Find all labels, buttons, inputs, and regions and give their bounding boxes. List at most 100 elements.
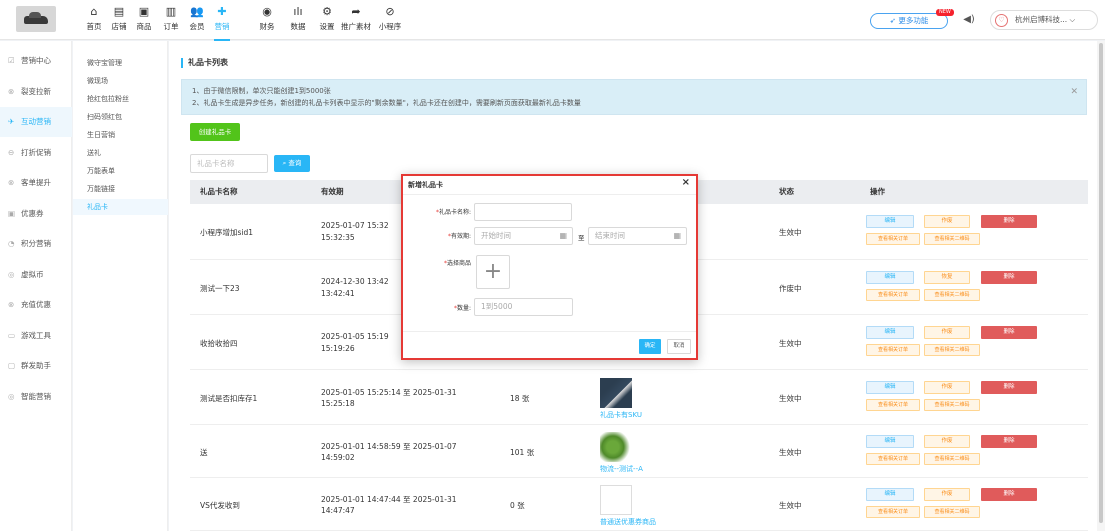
subnav-item-0[interactable]: 微守宝管理	[73, 55, 168, 71]
view-qrcode-button[interactable]: 查看相关二维码	[924, 452, 980, 465]
view-orders-button[interactable]: 查看相关订单	[866, 505, 920, 518]
edit-button[interactable]: 编辑	[866, 434, 914, 448]
new-badge: NEW	[936, 9, 954, 16]
sidebar-item-9[interactable]: ▭ 游戏工具	[0, 321, 72, 351]
sidebar-item-5[interactable]: ▣ 优惠券	[0, 199, 72, 229]
nav-item-10[interactable]: ⊘ 小程序	[375, 5, 405, 32]
sidebar-item-label: 游戏工具	[21, 330, 51, 340]
view-qrcode-button[interactable]: 查看相关二维码	[924, 398, 980, 411]
edit-button[interactable]: 编辑	[866, 380, 914, 394]
view-orders-button[interactable]: 查看相关订单	[866, 343, 920, 356]
nav-item-8[interactable]: ⚙ 设置	[312, 5, 342, 32]
add-goods-button[interactable]: +	[476, 255, 510, 289]
delete-button[interactable]: 删除	[981, 434, 1037, 448]
nav-item-label: 设置	[319, 22, 335, 31]
nav-item-label: 财务	[259, 22, 275, 31]
product-name-link[interactable]: 普通送优惠券商品	[600, 517, 656, 527]
search-button-label: 查询	[288, 159, 302, 167]
subnav-item-4[interactable]: 生日营销	[73, 127, 168, 143]
delete-button[interactable]: 删除	[981, 270, 1037, 284]
gift-card-search-input[interactable]: 礼品卡名称	[190, 154, 268, 173]
product-image[interactable]	[600, 431, 632, 462]
header-actions: 操作	[870, 187, 885, 196]
void-button[interactable]: 作废	[924, 434, 970, 448]
view-qrcode-button[interactable]: 查看相关二维码	[924, 343, 980, 356]
sidebar-item-11[interactable]: ◎ 智能营销	[0, 382, 72, 412]
speaker-icon[interactable]: ◀)	[962, 14, 976, 28]
status-text: 生效中	[779, 393, 802, 403]
notice-line-2: 2、礼品卡生成是异步任务，新创建的礼品卡列表中显示的"剩余数量"，礼品卡还在创建…	[192, 99, 581, 107]
edit-button[interactable]: 编辑	[866, 215, 914, 228]
edit-button[interactable]: 编辑	[866, 325, 914, 339]
confirm-button[interactable]: 确定	[639, 339, 661, 354]
view-orders-button[interactable]: 查看相关订单	[866, 452, 920, 465]
edit-button[interactable]: 编辑	[866, 270, 914, 284]
delete-button[interactable]: 删除	[981, 487, 1037, 501]
nav-item-label: 小程序	[378, 22, 402, 31]
delete-button[interactable]: 删除	[981, 215, 1037, 228]
header-status: 状态	[779, 187, 794, 196]
void-button[interactable]: 恢复	[924, 270, 970, 284]
product-name-link[interactable]: 礼品卡有SKU	[600, 410, 642, 420]
void-button[interactable]: 作废	[924, 487, 970, 501]
product-image[interactable]	[600, 484, 632, 515]
search-button[interactable]: ⌕ 查询	[274, 155, 310, 172]
product-image[interactable]	[600, 377, 632, 408]
subnav-item-8[interactable]: 礼品卡	[73, 199, 168, 215]
sidebar-item-10[interactable]: ▢ 群发助手	[0, 351, 72, 381]
nav-item-7[interactable]: ılı 数据	[283, 5, 313, 32]
nav-item-5[interactable]: ✚ 营销	[207, 5, 237, 41]
sidebar-item-label: 虚拟币	[21, 269, 44, 279]
end-time-input[interactable]: 结束时间 ▦	[588, 227, 687, 245]
void-button[interactable]: 作废	[924, 325, 970, 339]
sidebar-item-8[interactable]: ⊗ 充值优惠	[0, 290, 72, 320]
sidebar-item-7[interactable]: ◎ 虚拟币	[0, 260, 72, 290]
dialog-title: 新增礼品卡	[408, 181, 443, 189]
goods-label: *选择商品	[443, 260, 471, 267]
sidebar-item-0[interactable]: ☑ 营销中心	[0, 46, 72, 76]
edit-button[interactable]: 编辑	[866, 487, 914, 501]
subnav-item-3[interactable]: 扫码领红包	[73, 109, 168, 125]
view-qrcode-button[interactable]: 查看相关二维码	[924, 233, 980, 245]
sidebar-item-4[interactable]: ⊗ 客单提升	[0, 168, 72, 198]
sidebar-item-2[interactable]: ✈ 互动营销	[0, 107, 72, 137]
view-qrcode-button[interactable]: 查看相关二维码	[924, 288, 980, 301]
cancel-button[interactable]: 取消	[667, 339, 691, 354]
settings-icon: ⚙	[322, 5, 332, 18]
scrollbar[interactable]	[1097, 41, 1105, 531]
sidebar-item-6[interactable]: ◔ 积分营销	[0, 229, 72, 259]
view-orders-button[interactable]: 查看相关订单	[866, 288, 920, 301]
view-qrcode-button[interactable]: 查看相关二维码	[924, 505, 980, 518]
end-time-placeholder: 结束时间	[595, 231, 625, 240]
void-button[interactable]: 作废	[924, 380, 970, 394]
header-period: 有效期	[321, 187, 344, 196]
gift-card-name: 收拾收拾四	[200, 338, 238, 348]
product-name-link[interactable]: 物流--测试--A	[600, 464, 643, 474]
subnav-item-6[interactable]: 万能表单	[73, 163, 168, 179]
close-icon[interactable]: ✕	[1070, 86, 1078, 98]
sidebar-item-1[interactable]: ⊗ 裂变拉新	[0, 77, 72, 107]
subnav-item-5[interactable]: 送礼	[73, 145, 168, 161]
nav-item-9[interactable]: ➦ 推广素材	[341, 5, 371, 32]
view-orders-button[interactable]: 查看相关订单	[866, 398, 920, 411]
nav-item-6[interactable]: ◉ 财务	[252, 5, 282, 32]
delete-button[interactable]: 删除	[981, 325, 1037, 339]
quantity-input[interactable]: 1到5000	[474, 298, 573, 316]
sidebar-item-3[interactable]: ⊖ 打折促销	[0, 138, 72, 168]
close-icon[interactable]: ×	[682, 177, 690, 188]
create-gift-card-button[interactable]: 创建礼品卡	[190, 123, 240, 141]
nav-item-2[interactable]: ▣ 商品	[129, 5, 159, 32]
gift-card-name: 测试是否扣库存1	[200, 393, 258, 403]
delete-button[interactable]: 删除	[981, 380, 1037, 394]
company-switcher[interactable]: ♡ 杭州启博科技... ⌵	[990, 10, 1098, 30]
view-orders-button[interactable]: 查看相关订单	[866, 233, 920, 245]
subnav-item-2[interactable]: 抢红包拉粉丝	[73, 91, 168, 107]
add-gift-card-dialog: 新增礼品卡 × *礼品卡名称: *有效期: 开始时间 ▦ 至 结束时间 ▦ *选…	[401, 174, 698, 360]
start-time-input[interactable]: 开始时间 ▦	[474, 227, 573, 245]
store-logo[interactable]	[16, 6, 56, 32]
subnav-item-1[interactable]: 微现场	[73, 73, 168, 89]
dialog-footer-divider	[403, 331, 696, 332]
subnav-item-7[interactable]: 万能链接	[73, 181, 168, 197]
void-button[interactable]: 作废	[924, 215, 970, 228]
card-name-input[interactable]	[474, 203, 572, 221]
